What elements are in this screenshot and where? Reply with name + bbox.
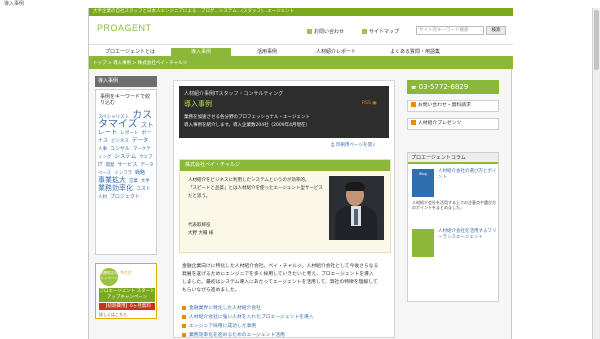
- tag-item[interactable]: コスト: [136, 186, 151, 192]
- case-text-line: 人材紹介をビジネスに利用したシステムというのが効率的。: [188, 178, 310, 183]
- contact-link[interactable]: お問い合わせ: [307, 28, 344, 35]
- print-link[interactable]: ⎙ 印刷用ページを開く: [331, 142, 376, 148]
- arrow-icon: [411, 120, 416, 125]
- sitemap-icon: [362, 29, 367, 34]
- case-company-heading: 株式会社ペイ・チャルジ: [180, 160, 390, 171]
- list-item[interactable]: 金融業界に特化した人材紹介会社: [182, 304, 314, 313]
- tag-item[interactable]: ビジネス: [111, 139, 129, 144]
- article-title-box: 人材紹介事例ITスタッフ・コンサルティング 導入事例 RSS ▣ 業務を加速させ…: [179, 86, 389, 138]
- right-column: ☎ 03-5772-6829 お問い合わせ・資料請求 人材紹介プレゼンツ プロエー…: [407, 80, 499, 338]
- related-links: 金融業界に特化した人材紹介会社 人材紹介会社に強い人材を入れたプロエージェントを…: [182, 304, 314, 339]
- bullet-icon: [182, 314, 186, 319]
- rss-icon: ▣: [372, 101, 377, 106]
- keyword-subtitle: 事例をキーワードで絞り込む: [100, 94, 151, 106]
- tag-item[interactable]: 開発: [105, 163, 114, 168]
- column-thumbnail: [412, 229, 434, 257]
- body-text-line: 金融企業向けに特化した人材紹介会社。ペイ・チャルジ。人材紹介会社として今後さらな…: [182, 264, 379, 269]
- print-icon: ⎙: [331, 143, 335, 148]
- site-header: PROAGENT お問い合わせ サイトマップ サイト内キーワード検索 検索: [89, 16, 513, 44]
- article-summary-1: 業務を加速させる各分野のプロフェッショナル・エージェント: [184, 115, 310, 120]
- site-logo[interactable]: PROAGENT: [97, 23, 152, 33]
- nav-item-usage[interactable]: 活用事例: [237, 48, 297, 57]
- global-nav: プロエージェントとは 導入事例 活用事例 人材紹介レポート よくある質問・用語集: [89, 44, 513, 59]
- tag-item[interactable]: 大手: [141, 179, 150, 184]
- column-box: プロエージェントコラム Blog 人材紹介会社の選び方とポイント 人材紹介会社を…: [407, 152, 499, 302]
- column-thumbnail: Blog: [412, 169, 434, 197]
- search-button[interactable]: 検索: [486, 26, 506, 35]
- case-box: 株式会社ペイ・チャルジ 人材紹介をビジネスに利用したシステムというのが効率的。 …: [179, 159, 391, 253]
- campaign-banner[interactable]: 期間限定キャンペーン 今だけ プロエージェント スタートアップキャンペーン 【初…: [95, 263, 157, 319]
- column-item-title[interactable]: 人材紹介会社の選び方とポイント: [438, 169, 498, 181]
- rss-link[interactable]: RSS ▣: [362, 101, 377, 106]
- case-text-line: だと思う。: [188, 194, 211, 199]
- tag-item[interactable]: 人事: [98, 147, 107, 152]
- sidebar-title: 導入事例: [95, 76, 157, 87]
- nav-item-report[interactable]: 人材紹介レポート: [303, 48, 369, 57]
- search-input[interactable]: サイト内キーワード検索: [416, 26, 484, 35]
- contact-button[interactable]: お問い合わせ・資料請求: [407, 100, 499, 112]
- bullet-icon: [182, 305, 186, 310]
- column-item-desc: 人材紹介会社を活用する上での注意点や選び方のポイントをまとめました。: [412, 200, 496, 210]
- body-text-line: しました。最初はシステム導入にあたってエージェントを活用して、弊社の特徴を理解し…: [182, 280, 378, 285]
- phone-number: ☎ 03-5772-6829: [407, 80, 499, 94]
- person-title: 代表取締役: [188, 223, 211, 228]
- nav-item-cases[interactable]: 導入事例: [171, 48, 231, 57]
- list-item[interactable]: 業務効率化を進めるためのエージェント活用: [182, 331, 314, 339]
- article-main: 人材紹介事例ITスタッフ・コンサルティング 導入事例 RSS ▣ 業務を加速させ…: [173, 80, 395, 338]
- body-text-line: もらいながら進めました。: [182, 288, 240, 293]
- nav-item-about[interactable]: プロエージェントとは: [95, 48, 165, 57]
- tag-item[interactable]: コンサル: [110, 146, 130, 152]
- case-text-line: 「スピードと品質」とは人材紹介を使ったエージェント型サービス: [188, 186, 323, 191]
- campaign-title: プロエージェント スタートアップキャンペーン: [99, 288, 155, 302]
- sidebar: 導入事例 事例をキーワードで絞り込む スペシャリスト カスタマイズ ストレート …: [95, 76, 157, 338]
- article-summary-2: 導入事例を紹介します。導入企業数204社（2009年4月現在）: [184, 123, 310, 128]
- voice-button[interactable]: 人材紹介プレゼンツ: [407, 118, 499, 130]
- site-frame: 大手企業の自社スタッフと日本人エンジニアによる…ブログ…システム…(スタッフ)……: [88, 8, 513, 339]
- phone-icon: ☎: [411, 86, 417, 91]
- page-caption: 導入事例: [0, 0, 600, 8]
- person-name: 大野 大輔 様: [188, 231, 214, 236]
- tag-item[interactable]: ウェブ: [139, 155, 153, 160]
- list-item[interactable]: エンジニア採用に成功した事例: [182, 322, 314, 331]
- tag-item[interactable]: プロジェクト: [110, 194, 140, 200]
- arrow-icon: [411, 102, 416, 107]
- campaign-top-label: 今だけ: [120, 270, 132, 275]
- tag-item[interactable]: 人材: [98, 195, 107, 200]
- column-item-title[interactable]: 人材紹介会社を活用するフリーランスエージェント: [438, 229, 498, 241]
- column-item[interactable]: Blog 人材紹介会社の選び方とポイント 人材紹介会社を活用する上での注意点や選…: [408, 164, 498, 224]
- tag-item[interactable]: 戦略: [135, 170, 145, 176]
- page-title: 導入事例: [184, 100, 212, 108]
- page-scrollbar[interactable]: [592, 8, 600, 339]
- mail-icon: [307, 29, 312, 34]
- breadcrumb[interactable]: トップ > 導入事例 > 株式会社ペイ・チャルジ: [89, 59, 513, 69]
- column-item[interactable]: 人材紹介会社を活用するフリーランスエージェント: [408, 224, 498, 284]
- site-tagline: 大手企業の自社スタッフと日本人エンジニアによる…ブログ…システム…(スタッフ)……: [89, 8, 513, 16]
- body-text-line: 発展を遂げるためにエンジニアを多く採用していきたいと考え、プロエージェントを導入: [182, 272, 374, 277]
- bullet-icon: [182, 332, 186, 337]
- tag-item[interactable]: 業務効率化: [98, 184, 133, 192]
- campaign-price: 【初期費用】6ヶ月無料: [99, 303, 155, 310]
- keyword-box: 事例をキーワードで絞り込む スペシャリスト カスタマイズ ストレート レポート …: [95, 89, 157, 255]
- tag-item[interactable]: サービス: [117, 162, 137, 168]
- tag-item[interactable]: レポート: [120, 131, 138, 136]
- bullet-icon: [182, 323, 186, 328]
- list-item[interactable]: 人材紹介会社に強い人材を入れたプロエージェントを導入: [182, 313, 314, 322]
- sitemap-link[interactable]: サイトマップ: [362, 28, 399, 35]
- tag-cloud: スペシャリスト カスタマイズ ストレート レポート ボーナス ビジネス データ …: [98, 111, 154, 201]
- campaign-badge: 期間限定キャンペーン: [100, 268, 118, 286]
- tag-item[interactable]: データ: [132, 138, 149, 144]
- tag-item[interactable]: IT: [98, 162, 103, 168]
- tag-item[interactable]: 事業拡大: [98, 176, 126, 184]
- nav-item-faq[interactable]: よくある質問・用語集: [375, 48, 455, 57]
- scrollbar-thumb[interactable]: [594, 10, 599, 70]
- person-photo: [329, 176, 384, 240]
- campaign-more-link[interactable]: 詳しくはこちら: [99, 312, 127, 318]
- column-title: プロエージェントコラム: [408, 153, 498, 164]
- article-category: 人材紹介事例ITスタッフ・コンサルティング: [184, 91, 284, 97]
- tag-item[interactable]: システム: [114, 154, 136, 160]
